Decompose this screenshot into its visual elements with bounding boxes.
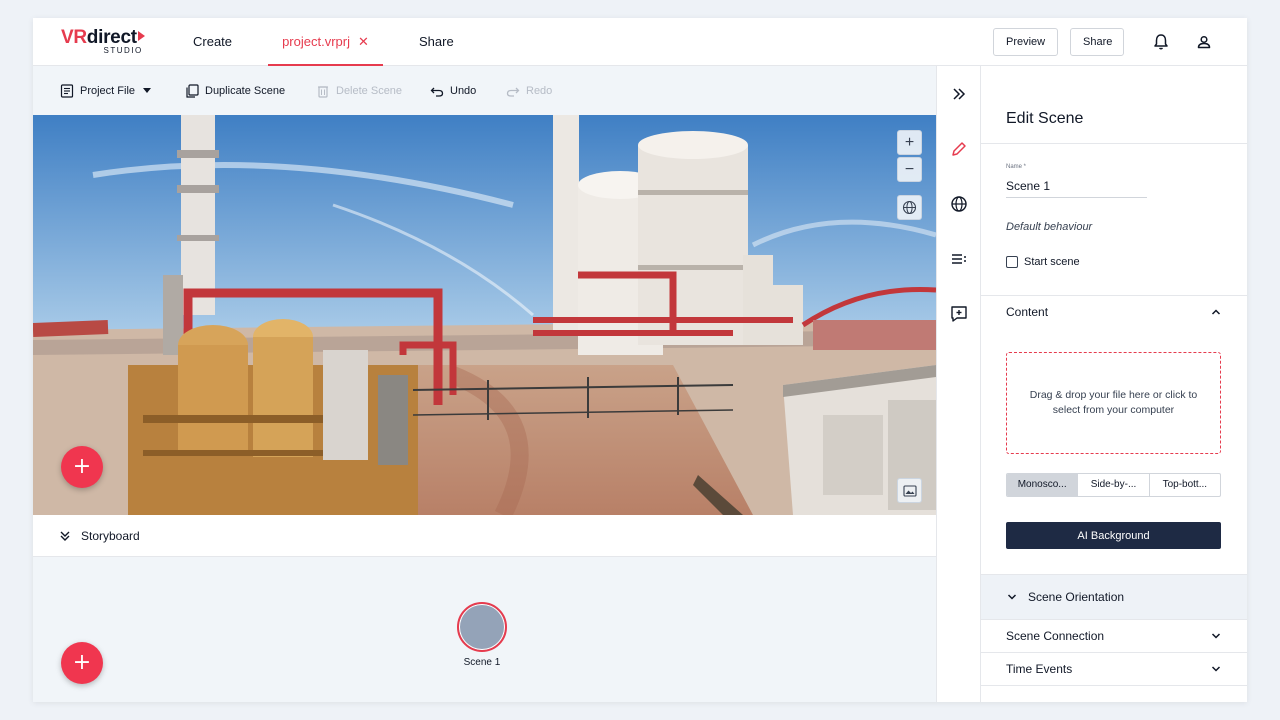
default-behaviour-label: Default behaviour xyxy=(1006,221,1093,233)
duplicate-scene-button[interactable]: Duplicate Scene xyxy=(185,66,285,115)
tab-create[interactable]: Create xyxy=(193,18,232,66)
preview-button[interactable]: Preview xyxy=(993,28,1058,56)
logo-vr-text: VR xyxy=(61,27,87,48)
add-scene-button[interactable]: + xyxy=(61,642,103,684)
start-scene-label: Start scene xyxy=(1024,256,1080,268)
redo-label: Redo xyxy=(526,84,553,97)
file-dropzone[interactable]: Drag & drop your file here or click to s… xyxy=(1006,352,1221,454)
scene-name-input[interactable] xyxy=(1006,174,1147,198)
redo-button[interactable]: Redo xyxy=(506,66,552,115)
add-hotspot-button[interactable]: + xyxy=(61,446,103,488)
undo-icon xyxy=(430,87,444,97)
content-section-header[interactable]: Content xyxy=(981,296,1247,328)
collapse-panel-icon[interactable] xyxy=(949,84,969,104)
stereo-option-top-bottom[interactable]: Top-bott... xyxy=(1150,474,1220,496)
delete-scene-label: Delete Scene xyxy=(336,84,403,97)
caret-down-icon xyxy=(143,88,152,93)
scene-node[interactable] xyxy=(457,602,507,652)
panorama-image xyxy=(33,115,936,515)
time-events-title: Time Events xyxy=(1006,662,1073,676)
duplicate-icon xyxy=(186,83,199,98)
stereo-option-mono[interactable]: Monosco... xyxy=(1007,474,1079,496)
bell-icon[interactable] xyxy=(1151,32,1171,52)
start-scene-checkbox[interactable] xyxy=(1006,256,1018,268)
panel-title: Edit Scene xyxy=(1006,110,1084,127)
redo-icon xyxy=(506,87,520,97)
chevron-down-icon xyxy=(1211,666,1221,672)
storyboard-toggle[interactable]: Storyboard xyxy=(33,515,936,557)
list-icon[interactable] xyxy=(949,249,969,269)
vrdirect-logo[interactable]: VRdirect STUDIO xyxy=(61,27,145,55)
chevron-down-icon xyxy=(1211,633,1221,639)
trash-icon xyxy=(318,85,328,98)
storyboard-canvas[interactable]: Scene 1 + xyxy=(33,557,936,702)
zoom-in-button[interactable]: + xyxy=(897,130,922,155)
undo-label: Undo xyxy=(450,84,477,97)
time-events-header[interactable]: Time Events xyxy=(981,653,1247,685)
edit-scene-panel: Edit Scene Name * Default behaviour Star… xyxy=(981,66,1247,702)
stereo-mode-selector: Monosco... Side-by-... Top-bott... xyxy=(1006,473,1221,497)
panel-icon-strip xyxy=(936,66,981,702)
scene-node-label: Scene 1 xyxy=(463,657,501,668)
delete-scene-button[interactable]: Delete Scene xyxy=(316,66,402,115)
app-window: VRdirect STUDIO Create project.vrprj ✕ Sh… xyxy=(33,18,1247,702)
top-header: VRdirect STUDIO Create project.vrprj ✕ Sh… xyxy=(33,18,1247,66)
scene-orientation-title: Scene Orientation xyxy=(1028,590,1125,604)
chevron-down-icon xyxy=(1007,594,1017,600)
tab-project-label: project.vrprj xyxy=(282,34,350,49)
scene-connection-title: Scene Connection xyxy=(1006,629,1105,643)
content-section-title: Content xyxy=(1006,305,1049,319)
undo-button[interactable]: Undo xyxy=(430,66,476,115)
zoom-out-button[interactable]: − xyxy=(897,157,922,182)
stereo-option-side-by-side[interactable]: Side-by-... xyxy=(1078,474,1150,496)
divider xyxy=(981,143,1247,144)
project-file-label: Project File xyxy=(80,84,136,97)
double-chevron-down-icon xyxy=(60,531,70,541)
globe-view-button[interactable] xyxy=(897,195,922,220)
logo-triangle-icon xyxy=(137,31,145,41)
pencil-icon[interactable] xyxy=(949,139,969,159)
background-image-button[interactable] xyxy=(897,478,922,503)
scene-viewport[interactable]: + − + xyxy=(33,115,936,515)
storyboard-label: Storyboard xyxy=(81,528,140,543)
name-field-label: Name * xyxy=(1006,164,1027,170)
dropzone-text: Drag & drop your file here or click to s… xyxy=(1029,389,1198,416)
close-tab-icon[interactable]: ✕ xyxy=(358,34,369,49)
scene-connection-header[interactable]: Scene Connection xyxy=(981,620,1247,652)
divider xyxy=(981,685,1247,686)
tab-share[interactable]: Share xyxy=(419,18,454,66)
image-icon xyxy=(902,484,917,497)
start-scene-checkbox-row[interactable]: Start scene xyxy=(1006,256,1080,268)
logo-direct-text: direct xyxy=(86,27,137,48)
scene-orientation-header[interactable]: Scene Orientation xyxy=(981,575,1247,619)
editor-toolbar: Project File Duplicate Scene Delete Scen… xyxy=(33,66,936,115)
globe-grid-icon xyxy=(902,200,917,215)
user-icon[interactable] xyxy=(1194,32,1214,52)
duplicate-scene-label: Duplicate Scene xyxy=(205,84,286,97)
document-icon xyxy=(60,83,74,98)
chevron-up-icon xyxy=(1211,309,1221,315)
tab-project[interactable]: project.vrprj ✕ xyxy=(268,18,383,66)
globe-icon[interactable] xyxy=(949,194,969,214)
project-file-menu[interactable]: Project File xyxy=(60,66,152,115)
add-comment-icon[interactable] xyxy=(949,304,969,324)
share-button[interactable]: Share xyxy=(1070,28,1124,56)
ai-background-button[interactable]: AI Background xyxy=(1006,522,1221,549)
